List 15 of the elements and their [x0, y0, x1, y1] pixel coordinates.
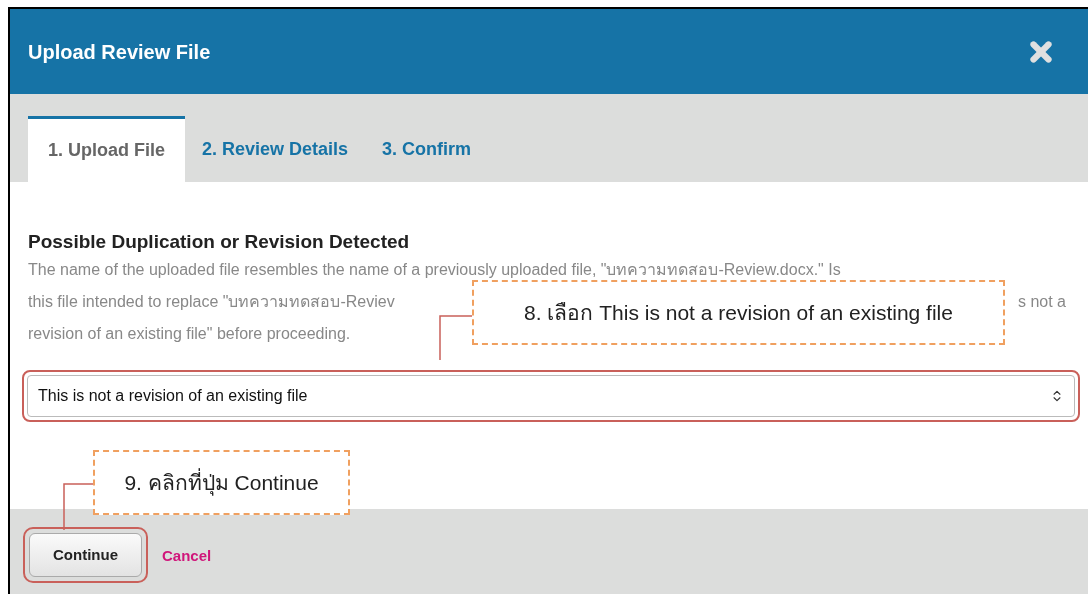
continue-button[interactable]: Continue	[29, 533, 142, 577]
description-text: this file intended to replace "บทความทดสอบ-Reviev	[28, 292, 395, 312]
cancel-link[interactable]: Cancel	[162, 545, 212, 568]
section-heading: Possible Duplication or Revision Detected	[28, 230, 411, 254]
select-field[interactable]: This is not a revision of an existing file	[27, 375, 1075, 417]
description-text: revision of an existing file" before proceeding.	[28, 324, 351, 344]
tab[interactable]: 2. Review Details	[185, 116, 366, 182]
dialog-title: Upload Review File	[28, 39, 211, 65]
callout-text: 9. คลิกที่ปุ่ม Continue	[124, 467, 319, 498]
tab[interactable]: 1. Upload File	[28, 116, 186, 182]
description-text: s not a	[1017, 292, 1066, 312]
leader-line	[438, 314, 474, 362]
tab[interactable]: 3. Confirm	[365, 116, 489, 182]
description-text: The name of the uploaded file resembles the name of a previously uploaded file, "บทความทดสอบ-Review.docx." Is	[28, 260, 841, 280]
callout-text: 8. เลือก This is not a revision of an existing file	[524, 299, 953, 326]
